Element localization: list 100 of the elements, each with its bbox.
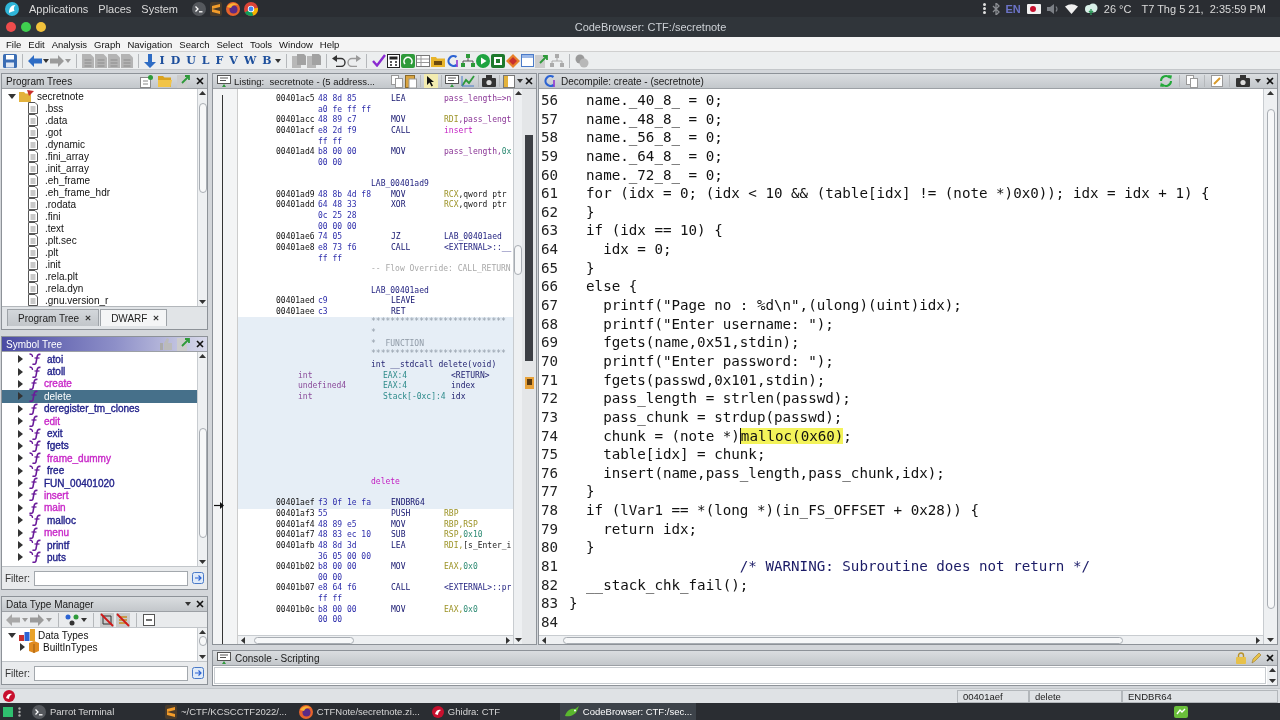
undo-icon[interactable] [332,54,347,67]
checkmark-icon[interactable] [372,54,387,67]
symbol-tree-item[interactable]: atoll [2,365,197,378]
expand-arrow-icon[interactable] [18,541,23,550]
expand-arrow-icon[interactable] [18,491,23,500]
symbol-tree-item[interactable]: atoi [2,353,197,366]
record-icon[interactable] [1026,3,1041,14]
launcher-entry[interactable]: Applications [29,2,89,15]
tree-item[interactable]: .rodata [2,198,197,210]
tree-item[interactable]: .fini_array [2,150,197,162]
arrow-page-icon[interactable] [177,74,191,88]
table-icon[interactable] [416,54,431,67]
minimize-button[interactable] [36,22,46,32]
tree-item[interactable]: .eh_frame_hdr [2,186,197,198]
minus-box-icon[interactable] [143,613,155,626]
scrollbar-thumb[interactable] [198,636,207,646]
down-arrow-icon[interactable] [199,655,206,659]
close-icon[interactable] [196,340,204,348]
tab[interactable]: Program Tree [7,309,100,326]
arc-icon[interactable] [446,53,461,68]
symbol-tree-item[interactable]: deregister_tm_clones [2,402,197,415]
taskbar-item[interactable]: ~/CTF/KCSCCTF2022/... [160,703,291,720]
back-arrow-icon[interactable] [28,54,42,67]
expand-arrow-icon[interactable] [18,355,23,364]
document-badge-icon[interactable] [140,74,153,88]
tree-item[interactable]: .text [2,222,197,234]
symbol-tree-item[interactable]: FUN_00401020 [2,476,197,490]
collapse-arrow-icon[interactable] [8,632,16,638]
maximize-button[interactable] [21,22,31,32]
symbol-tree-item[interactable]: puts [2,551,197,564]
toolbar-letter-button[interactable]: B [259,53,275,68]
tree-item[interactable]: .init [2,258,197,270]
symbol-tree-item[interactable]: menu [2,526,197,539]
expand-arrow-icon[interactable] [20,643,25,651]
scrollbar-thumb[interactable] [198,103,207,193]
taskbar-item[interactable]: CTFNote/secretnote.zi... [293,703,424,720]
pulldown-title[interactable]: Analysis [50,38,89,50]
close-button[interactable] [6,22,16,32]
taskbar-item[interactable]: CodeBrowser: CTF:/sec... [559,703,697,720]
logo-icon[interactable] [5,1,19,16]
window-icon[interactable] [503,74,515,88]
tree-item[interactable]: .plt [2,246,197,258]
expand-arrow-icon[interactable] [18,466,23,475]
hierarchy-icon[interactable] [461,54,476,67]
browser-icon[interactable] [226,1,241,16]
square-tile-icon[interactable] [491,53,506,68]
vertical-dots-icon[interactable] [982,3,986,14]
up-arrow-icon[interactable] [514,91,522,95]
crossed-out-icon[interactable] [100,612,114,627]
left-arrow-icon[interactable] [241,636,245,644]
caret-icon[interactable] [1255,79,1261,83]
expand-arrow-icon[interactable] [18,528,23,537]
tree-item[interactable]: .gnu.version_r [2,294,197,306]
vertical-scrollbar[interactable] [197,89,207,306]
tree-item[interactable]: .fini [2,210,197,222]
toolbar-letter-button[interactable]: U [183,53,199,68]
symbol-tree-item[interactable]: frame_dummy [2,452,197,465]
horizontal-scrollbar[interactable] [539,635,1263,644]
symbol-tree-item[interactable]: insert [2,489,197,502]
right-arrow-icon[interactable] [1256,636,1260,644]
diamond-icon[interactable] [506,53,521,68]
down-arrow-icon[interactable] [199,300,206,304]
toolbar-letter-button[interactable]: V [226,53,241,68]
arrow-page-icon[interactable] [535,53,550,68]
vertical-scrollbar[interactable] [1267,666,1277,685]
caret-icon[interactable] [275,58,282,63]
copy-icon[interactable] [1186,74,1198,88]
taskbar-item[interactable]: Parrot Terminal [27,703,157,720]
left-arrow-icon[interactable] [542,636,546,644]
pulldown-title[interactable]: Select [215,38,244,50]
vertical-scrollbar[interactable] [1263,89,1277,644]
symbol-tree-item[interactable]: create [2,377,197,391]
caret-icon[interactable] [43,58,49,63]
toolbar-letter-button[interactable]: L [199,53,213,68]
close-icon[interactable] [1266,654,1274,662]
expand-arrow-icon[interactable] [18,479,23,488]
symbol-tree-item[interactable]: exit [2,427,197,440]
down-arrow-icon[interactable] [1267,638,1274,642]
close-icon[interactable] [196,600,204,608]
close-icon[interactable] [85,315,92,321]
pulldown-title[interactable]: Edit [27,38,46,50]
thumbs-up-icon[interactable] [160,338,172,350]
expand-arrow-icon[interactable] [18,454,23,463]
vertical-scrollbar[interactable] [197,628,207,661]
toolbar-letter-button[interactable]: I [157,53,168,68]
expand-arrow-icon[interactable] [18,404,23,413]
monitor-icon[interactable] [445,75,459,87]
scrollbar-thumb[interactable] [1266,109,1275,609]
pencil-icon[interactable] [1211,75,1223,87]
vertical-scrollbar[interactable] [513,89,522,644]
expand-arrow-icon[interactable] [18,367,23,376]
scrollbar-thumb[interactable] [198,428,207,538]
terminal-icon[interactable] [192,1,207,16]
save-icon[interactable] [3,53,17,68]
caret-icon[interactable] [81,617,87,622]
up-arrow-icon[interactable] [199,91,206,95]
taskbar-item[interactable]: Ghidra: CTF [426,703,557,720]
down-arrow-icon[interactable] [1268,679,1276,683]
collapse-arrow-icon[interactable] [8,93,16,99]
console-input[interactable] [214,667,1266,684]
